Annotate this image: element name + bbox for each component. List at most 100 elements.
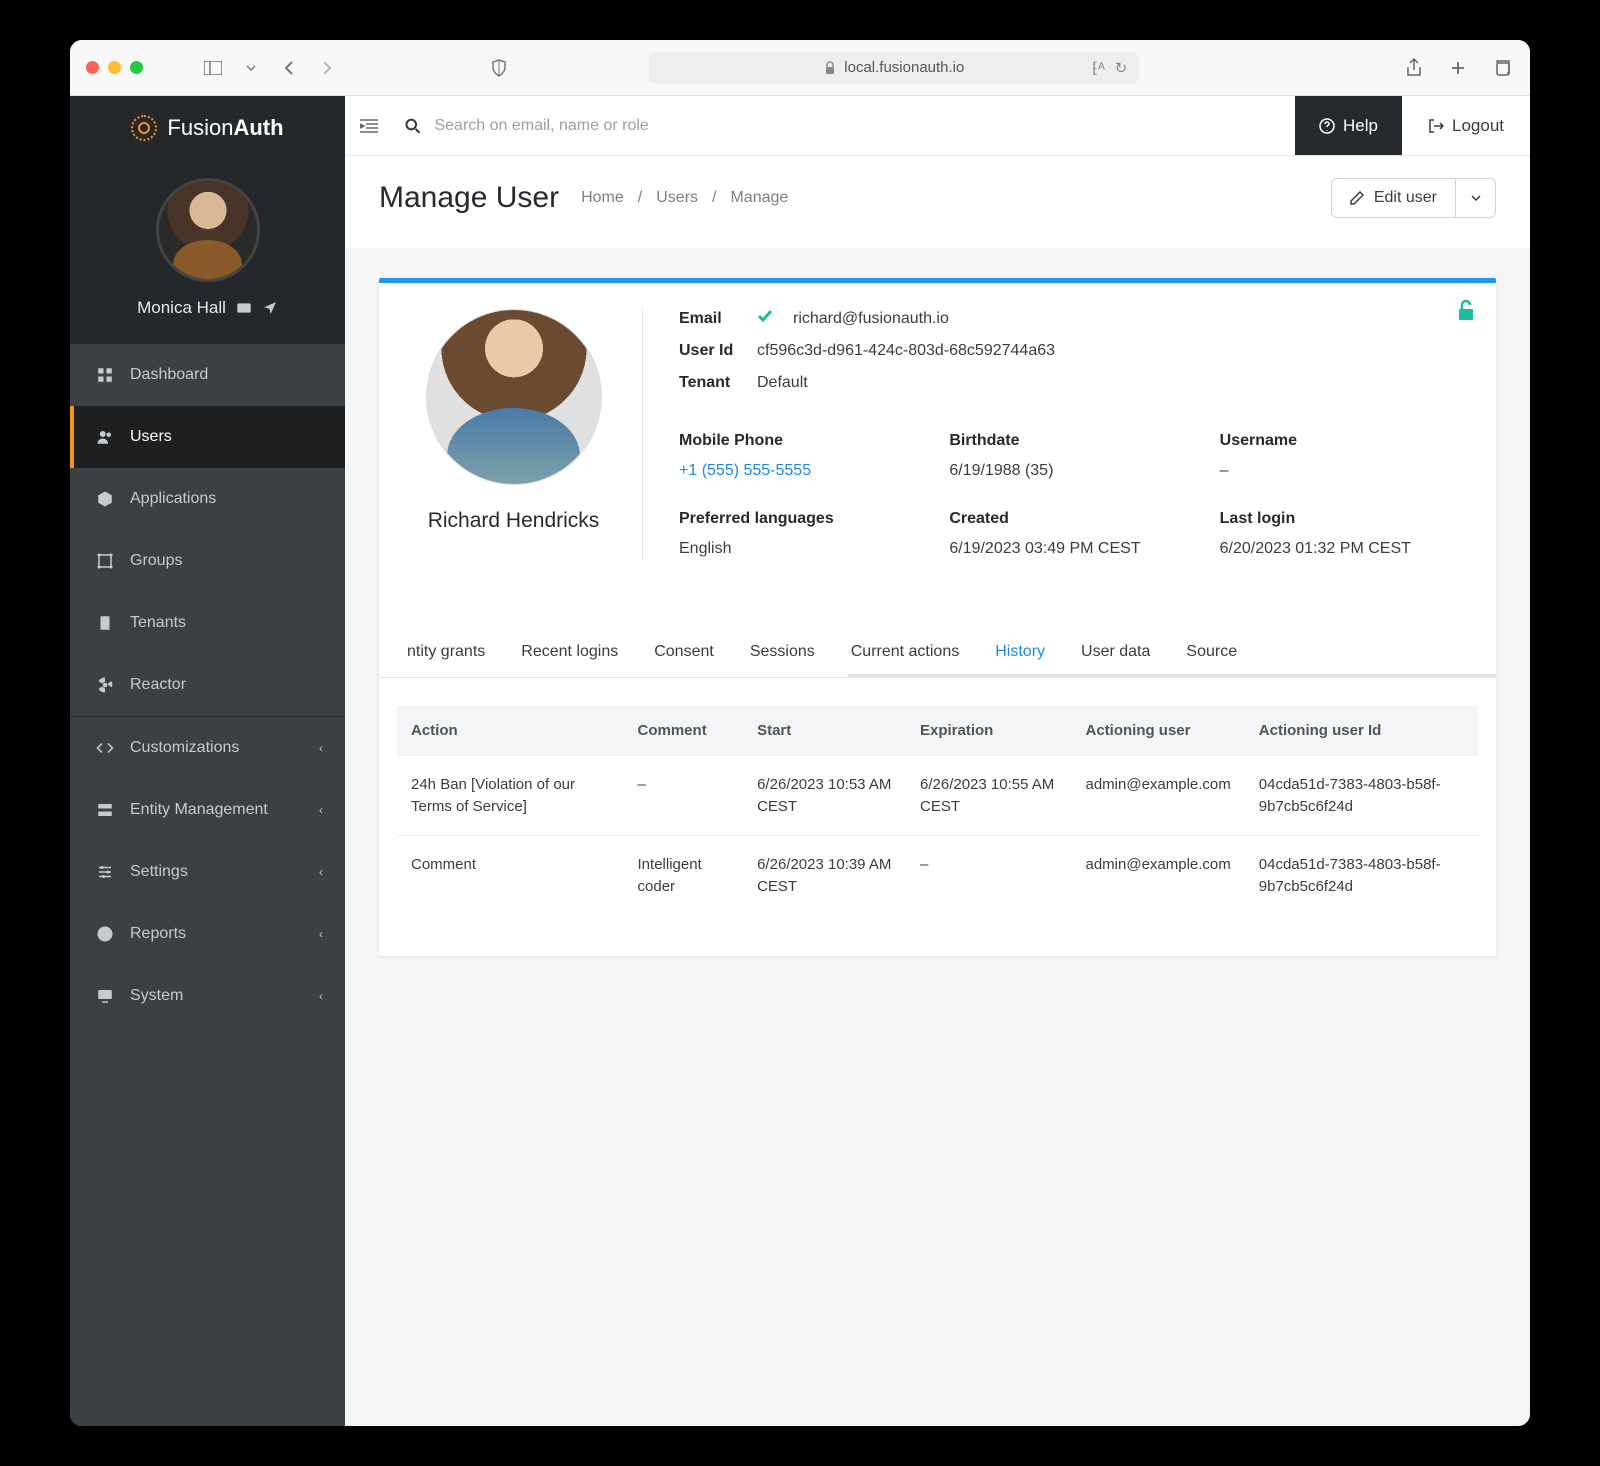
new-tab-icon[interactable] bbox=[1446, 56, 1470, 80]
col-start: Start bbox=[743, 706, 906, 756]
nav-system[interactable]: System ‹ bbox=[70, 965, 345, 1027]
nav-label: Users bbox=[130, 428, 172, 446]
col-expiration: Expiration bbox=[906, 706, 1071, 756]
nav-reactor[interactable]: Reactor bbox=[70, 654, 345, 716]
profile-avatar[interactable] bbox=[156, 178, 260, 282]
userid-label: User Id bbox=[679, 342, 741, 360]
traffic-lights bbox=[86, 61, 143, 74]
mobile-phone-link[interactable]: +1 (555) 555-5555 bbox=[679, 462, 811, 479]
tenant-value: Default bbox=[757, 374, 808, 392]
edit-user-button[interactable]: Edit user bbox=[1331, 178, 1456, 218]
url-text: local.fusionauth.io bbox=[844, 59, 964, 76]
sidebar-toggle-icon[interactable] bbox=[201, 56, 225, 80]
tab-history[interactable]: History bbox=[977, 627, 1063, 677]
username-value: – bbox=[1220, 460, 1466, 482]
cell-start: 6/26/2023 10:53 AM CEST bbox=[743, 755, 906, 836]
search-input[interactable] bbox=[434, 117, 1295, 135]
search-box bbox=[393, 117, 1295, 135]
tab-user-data[interactable]: User data bbox=[1063, 627, 1168, 677]
breadcrumb-users[interactable]: Users bbox=[656, 189, 698, 207]
breadcrumb-home[interactable]: Home bbox=[581, 189, 624, 207]
username-label: Username bbox=[1220, 432, 1466, 450]
dashboard-icon bbox=[96, 366, 114, 384]
tab-source[interactable]: Source bbox=[1168, 627, 1255, 677]
user-avatar bbox=[426, 309, 602, 485]
pie-chart-icon bbox=[96, 925, 114, 943]
id-card-icon[interactable] bbox=[236, 300, 252, 316]
brand-logo[interactable]: FusionAuth bbox=[70, 96, 345, 160]
share-icon[interactable] bbox=[1402, 56, 1426, 80]
tab-consent[interactable]: Consent bbox=[636, 627, 732, 677]
mobile-phone-label: Mobile Phone bbox=[679, 432, 925, 450]
tab-recent-logins[interactable]: Recent logins bbox=[503, 627, 636, 677]
chevron-left-icon: ‹ bbox=[319, 741, 323, 755]
chevron-left-icon: ‹ bbox=[319, 927, 323, 941]
nav-label: Dashboard bbox=[130, 366, 208, 384]
edit-user-dropdown[interactable] bbox=[1456, 178, 1496, 218]
nav-label: Tenants bbox=[130, 614, 186, 632]
help-button[interactable]: Help bbox=[1295, 96, 1402, 155]
help-label: Help bbox=[1343, 116, 1378, 136]
cell-actioning-user-id: 04cda51d-7383-4803-b58f-9b7cb5c6f24d bbox=[1245, 836, 1478, 916]
server-icon bbox=[96, 801, 114, 819]
logout-icon bbox=[1428, 118, 1444, 134]
created-value: 6/19/2023 03:49 PM CEST bbox=[949, 538, 1195, 560]
tab-sessions[interactable]: Sessions bbox=[732, 627, 833, 677]
browser-chrome: local.fusionauth.io ⁅ᴬ ↻ bbox=[70, 40, 1530, 96]
page-title: Manage User bbox=[379, 181, 559, 215]
nav-reports[interactable]: Reports ‹ bbox=[70, 903, 345, 965]
chevron-left-icon: ‹ bbox=[319, 803, 323, 817]
location-arrow-icon[interactable] bbox=[262, 300, 278, 316]
page-header: Manage User Home / Users / Manage Edit u… bbox=[345, 156, 1530, 248]
logo-mark-icon bbox=[131, 115, 157, 141]
collapse-sidebar-button[interactable] bbox=[345, 119, 393, 133]
nav-label: Reactor bbox=[130, 676, 186, 694]
shield-icon[interactable] bbox=[487, 56, 511, 80]
history-table: Action Comment Start Expiration Actionin… bbox=[397, 706, 1478, 916]
nav-groups[interactable]: Groups bbox=[70, 530, 345, 592]
nav-users[interactable]: Users bbox=[70, 406, 345, 468]
nav-applications[interactable]: Applications bbox=[70, 468, 345, 530]
pref-lang-label: Preferred languages bbox=[679, 510, 925, 528]
nav-entity-management[interactable]: Entity Management ‹ bbox=[70, 779, 345, 841]
nav-tenants[interactable]: Tenants bbox=[70, 592, 345, 654]
nav-label: Customizations bbox=[130, 739, 239, 757]
nav-customizations[interactable]: Customizations ‹ bbox=[70, 717, 345, 779]
logout-button[interactable]: Logout bbox=[1402, 96, 1530, 155]
window-minimize[interactable] bbox=[108, 61, 121, 74]
window-close[interactable] bbox=[86, 61, 99, 74]
main: Help Logout Manage User Home / Users / M… bbox=[345, 96, 1530, 1426]
reload-icon[interactable]: ↻ bbox=[1115, 59, 1128, 77]
table-row: 24h Ban [Violation of our Terms of Servi… bbox=[397, 755, 1478, 836]
user-card: Richard Hendricks Email richard@fusionau… bbox=[379, 278, 1496, 956]
tab-entity-grants[interactable]: ntity grants bbox=[389, 627, 503, 677]
nav-dashboard[interactable]: Dashboard bbox=[70, 344, 345, 406]
col-actioning-user: Actioning user bbox=[1071, 706, 1244, 756]
chevron-down-icon[interactable] bbox=[239, 56, 263, 80]
nav-settings[interactable]: Settings ‹ bbox=[70, 841, 345, 903]
pencil-icon bbox=[1350, 191, 1364, 205]
back-icon[interactable] bbox=[277, 56, 301, 80]
email-value: richard@fusionauth.io bbox=[793, 310, 949, 328]
email-label: Email bbox=[679, 310, 741, 328]
indent-icon bbox=[360, 119, 378, 133]
forward-icon[interactable] bbox=[315, 56, 339, 80]
profile-name: Monica Hall bbox=[137, 298, 226, 318]
chevron-left-icon: ‹ bbox=[319, 865, 323, 879]
chevron-down-icon bbox=[1471, 195, 1481, 201]
unlock-icon[interactable] bbox=[1456, 299, 1476, 326]
cell-actioning-user: admin@example.com bbox=[1071, 755, 1244, 836]
col-actioning-user-id: Actioning user Id bbox=[1245, 706, 1478, 756]
url-bar[interactable]: local.fusionauth.io ⁅ᴬ ↻ bbox=[649, 52, 1139, 84]
nav-label: Reports bbox=[130, 925, 186, 943]
cell-action: 24h Ban [Violation of our Terms of Servi… bbox=[397, 755, 624, 836]
nav: Dashboard Users Applications Groups Tena… bbox=[70, 344, 345, 1027]
cube-icon bbox=[96, 490, 114, 508]
translate-icon[interactable]: ⁅ᴬ bbox=[1092, 59, 1105, 77]
monitor-icon bbox=[96, 987, 114, 1005]
tab-current-actions[interactable]: Current actions bbox=[833, 627, 978, 677]
birthdate-value: 6/19/1988 (35) bbox=[949, 460, 1195, 482]
breadcrumb: Home / Users / Manage bbox=[581, 189, 788, 207]
window-zoom[interactable] bbox=[130, 61, 143, 74]
tabs-icon[interactable] bbox=[1490, 56, 1514, 80]
